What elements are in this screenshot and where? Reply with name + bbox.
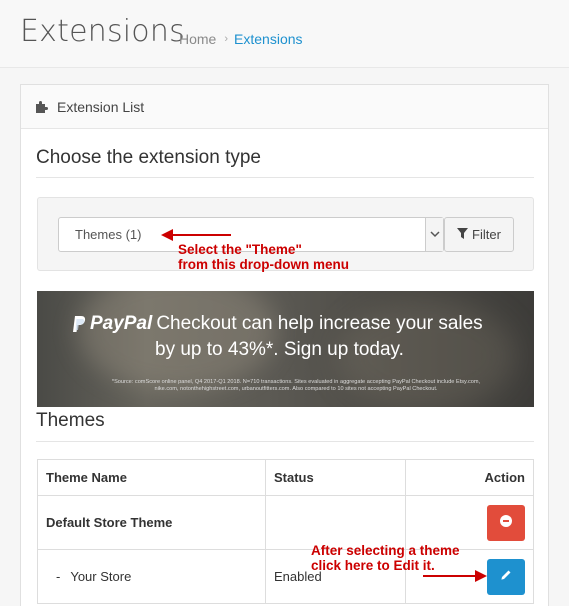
page-title: Extensions — [20, 14, 185, 49]
theme-prefix: - — [56, 569, 61, 584]
themes-heading: Themes — [36, 410, 105, 431]
banner-line2: by up to 43%*. Sign up today. — [155, 339, 404, 360]
choose-type-heading: Choose the extension type — [36, 147, 261, 168]
table-header-row: Theme Name Status Action — [37, 459, 534, 496]
group-action-cell — [405, 495, 534, 550]
column-header-theme-name: Theme Name — [37, 459, 266, 496]
uninstall-button[interactable] — [487, 504, 525, 541]
chevron-down-icon[interactable] — [425, 218, 443, 251]
select-annotation: Select the "Theme" from this drop-down m… — [178, 242, 349, 272]
panel-heading-label: Extension List — [57, 98, 145, 115]
column-header-action: Action — [405, 459, 534, 496]
minus-circle-icon — [500, 515, 512, 530]
breadcrumb-extensions[interactable]: Extensions — [234, 31, 302, 47]
breadcrumb: Home › Extensions — [179, 31, 303, 47]
banner-line1: Checkout can help increase your sales — [156, 313, 483, 334]
theme-name-cell: - Your Store — [37, 549, 266, 604]
banner-fine-print: *Source: comScore online panel, Q4 2017-… — [111, 379, 481, 392]
select-annotation-line1: Select the "Theme" — [178, 242, 302, 257]
extension-list-panel: Extension List Choose the extension type… — [20, 84, 549, 606]
breadcrumb-separator-icon: › — [224, 33, 229, 45]
group-name: Default Store Theme — [37, 495, 266, 550]
annotation-arrow-icon — [161, 229, 231, 241]
paypal-banner[interactable]: PayPal Checkout can help increase your s… — [37, 291, 534, 407]
divider — [36, 441, 534, 442]
select-value: Themes (1) — [75, 227, 142, 242]
table-row: Default Store Theme — [37, 495, 534, 550]
panel-heading: Extension List — [21, 85, 548, 129]
breadcrumb-home[interactable]: Home — [179, 31, 216, 47]
theme-name: Your Store — [70, 569, 132, 584]
paypal-logo-icon: PayPal — [71, 313, 152, 335]
filter-label: Filter — [472, 227, 501, 242]
filter-button[interactable]: Filter — [444, 217, 514, 252]
column-header-status: Status — [265, 459, 406, 496]
group-status — [265, 495, 406, 550]
pencil-icon — [500, 569, 512, 584]
filter-icon — [457, 227, 469, 242]
edit-button[interactable] — [487, 558, 525, 595]
annotation-arrow-icon — [423, 570, 487, 582]
page-header: Extensions Home › Extensions — [0, 0, 569, 68]
divider — [36, 177, 534, 178]
banner-headline: PayPal Checkout can help increase your s… — [71, 313, 483, 335]
select-annotation-line2: from this drop-down menu — [178, 257, 349, 272]
paypal-brand: PayPal — [90, 313, 153, 334]
puzzle-icon — [35, 100, 49, 114]
edit-annotation-line1: After selecting a theme — [311, 543, 460, 558]
